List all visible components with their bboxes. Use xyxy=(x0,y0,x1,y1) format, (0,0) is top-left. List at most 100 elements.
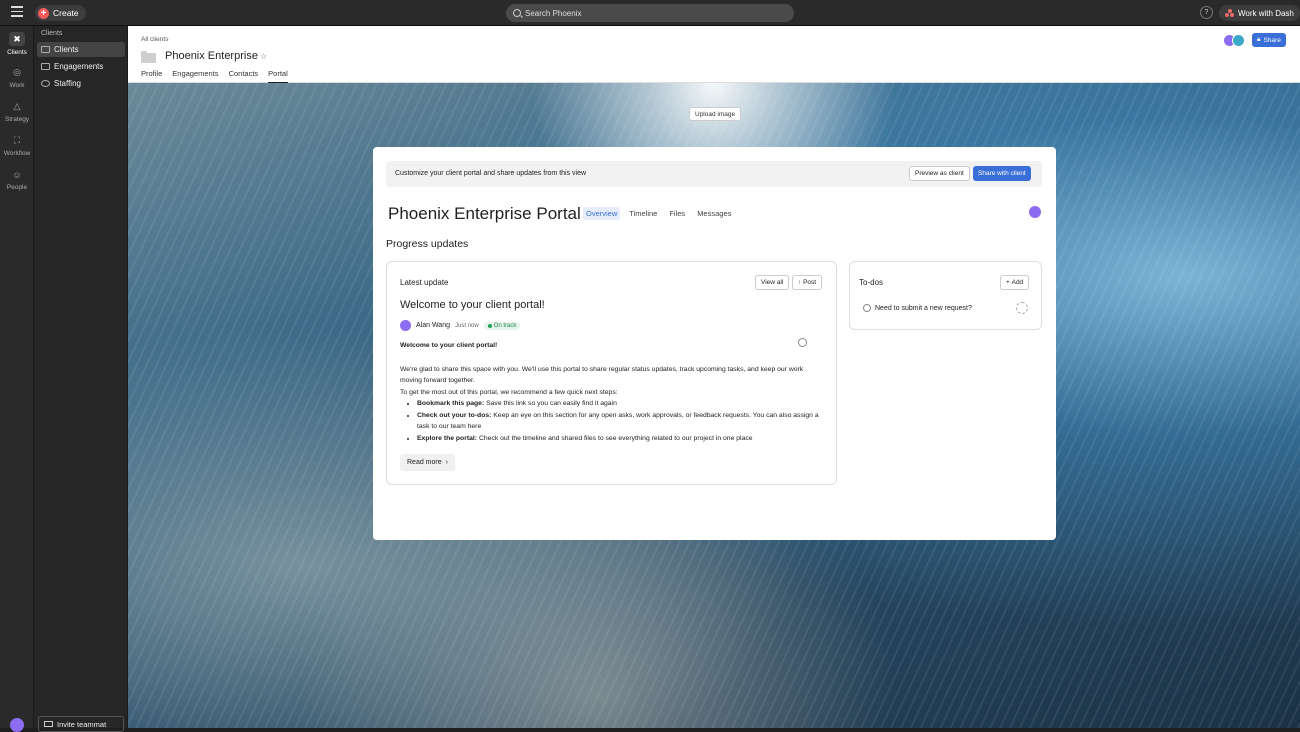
menu-icon[interactable] xyxy=(11,6,23,18)
people-icon: ☺ xyxy=(12,169,22,180)
status-badge: On track xyxy=(483,321,521,330)
sidebar-item-engagements[interactable]: Engagements xyxy=(37,59,125,74)
body-paragraph: To get the most out of this portal, we r… xyxy=(400,388,618,396)
search-icon xyxy=(513,9,521,17)
rail-item-clients[interactable]: ✖ Clients xyxy=(0,32,34,56)
rail-item-work[interactable]: ◎ Work xyxy=(0,66,34,89)
read-more-button[interactable]: Read more › xyxy=(400,454,455,471)
preview-as-client-button[interactable]: Preview as client xyxy=(909,166,970,181)
list-item[interactable]: Need to submit a new request? xyxy=(863,304,972,312)
rail-item-strategy[interactable]: △ Strategy xyxy=(0,100,34,123)
rail-label: Workflow xyxy=(3,150,31,157)
rail-label: Work xyxy=(9,82,25,89)
list-item: Check out your to-dos: Keep an eye on th… xyxy=(417,410,825,433)
create-button[interactable]: + Create xyxy=(35,5,86,21)
tab-timeline[interactable]: Timeline xyxy=(626,207,660,220)
rail-item-people[interactable]: ☺ People xyxy=(0,168,34,192)
tab-portal[interactable]: Portal xyxy=(268,69,288,83)
rail-item-workflow[interactable]: ⛶ Workflow xyxy=(0,134,34,157)
check-icon: ◎ xyxy=(13,67,21,77)
clients-icon: ✖ xyxy=(9,32,25,46)
avatar xyxy=(1232,34,1245,47)
todo-label: Need to submit a new request? xyxy=(875,304,972,312)
list-item: Explore the portal: Check out the timeli… xyxy=(417,433,825,445)
work-with-dash-button[interactable]: Work with Dash xyxy=(1219,5,1300,21)
latest-update-card: Latest update View all ↑ Post Welcome to… xyxy=(386,261,837,485)
avatar[interactable] xyxy=(1029,206,1041,218)
todos-card: To-dos + Add Need to submit a new reques… xyxy=(849,261,1042,330)
folder-icon xyxy=(141,51,156,63)
tab-contacts[interactable]: Contacts xyxy=(229,69,259,83)
sidebar-item-label: Staffing xyxy=(54,79,81,88)
sidebar-heading: Clients xyxy=(41,30,63,37)
rail-label: Clients xyxy=(7,49,27,56)
assignee-icon[interactable] xyxy=(1016,302,1028,314)
sidebar-item-label: Engagements xyxy=(54,62,104,71)
share-button[interactable]: 🔒︎ Share xyxy=(1252,33,1286,47)
sidebar-item-staffing[interactable]: Staffing xyxy=(37,76,125,91)
timestamp: Just now xyxy=(454,322,479,329)
banner-text: Customize your client portal and share u… xyxy=(395,170,587,177)
update-headline: Welcome to your client portal! xyxy=(400,299,545,311)
workflow-icon: ⛶ xyxy=(13,135,21,145)
user-avatar[interactable] xyxy=(10,718,24,732)
header-tabs: Profile Engagements Contacts Portal xyxy=(141,69,288,83)
create-label: Create xyxy=(53,8,79,18)
dash-label: Work with Dash xyxy=(1238,8,1294,18)
invite-label: Invite teammat xyxy=(57,719,107,729)
help-button[interactable]: ? xyxy=(1200,6,1213,19)
member-avatars[interactable] xyxy=(1223,34,1245,47)
body-intro: Welcome to your client portal! xyxy=(400,342,498,349)
add-todo-button[interactable]: + Add xyxy=(1000,275,1030,290)
search-input[interactable]: Search Phoenix xyxy=(506,4,794,22)
mail-icon xyxy=(44,721,53,727)
portal-card: Customize your client portal and share u… xyxy=(373,147,1056,540)
todos-heading: To-dos xyxy=(859,278,884,287)
nav-rail: ✖ Clients ◎ Work △ Strategy ⛶ Workflow ☺… xyxy=(0,26,34,732)
tab-overview[interactable]: Overview xyxy=(583,207,621,220)
next-steps-list: Bookmark this page: Save this link so yo… xyxy=(417,398,825,444)
rail-label: Strategy xyxy=(4,116,30,123)
check-circle-icon[interactable] xyxy=(863,304,871,312)
portal-title: Phoenix Enterprise Portal xyxy=(388,204,581,223)
folder-icon xyxy=(41,63,50,70)
post-label: Post xyxy=(803,279,817,286)
add-label: Add xyxy=(1011,279,1024,286)
sidebar: Clients Clients Engagements Staffing Inv… xyxy=(34,26,128,732)
plus-icon: + xyxy=(38,7,49,19)
triangle-icon: △ xyxy=(13,101,21,111)
body-paragraph: We're glad to share this space with you.… xyxy=(400,365,804,385)
view-all-button[interactable]: View all xyxy=(755,275,790,290)
invite-teammate-button[interactable]: Invite teammat xyxy=(38,716,124,732)
chevron-right-icon: › xyxy=(445,459,448,466)
sidebar-item-label: Clients xyxy=(54,45,79,54)
rail-label: People xyxy=(6,184,28,191)
page-header: All clients Phoenix Enterprise ☆ Profile… xyxy=(128,26,1300,83)
portal-tabs: Overview Timeline Files Messages xyxy=(583,207,734,220)
upload-image-button[interactable]: Upload image xyxy=(689,107,742,121)
author-row: Alan Wang Just now On track xyxy=(400,320,521,331)
breadcrumb[interactable]: All clients xyxy=(141,36,168,43)
sidebar-item-clients[interactable]: Clients xyxy=(37,42,125,57)
lock-icon: 🔒︎ xyxy=(1257,36,1261,43)
page-title: Phoenix Enterprise xyxy=(165,50,258,62)
card-heading: Latest update xyxy=(400,278,449,287)
star-icon[interactable]: ☆ xyxy=(260,52,267,61)
tab-profile[interactable]: Profile xyxy=(141,69,162,83)
section-title: Progress updates xyxy=(386,238,469,250)
tab-engagements[interactable]: Engagements xyxy=(172,69,218,83)
author-name: Alan Wang xyxy=(416,322,450,329)
avatar xyxy=(400,320,411,331)
staffing-icon xyxy=(41,80,50,87)
status-label: On track xyxy=(493,322,517,329)
tab-messages[interactable]: Messages xyxy=(694,207,734,220)
post-button[interactable]: ↑ Post xyxy=(792,275,823,290)
customize-banner: Customize your client portal and share u… xyxy=(386,161,1042,187)
clients-folder-icon xyxy=(41,46,50,53)
share-label: Share xyxy=(1263,36,1281,44)
update-body: Welcome to your client portal! We're gla… xyxy=(400,340,825,444)
search-placeholder: Search Phoenix xyxy=(525,8,582,18)
tab-files[interactable]: Files xyxy=(666,207,688,220)
top-bar: + Create Search Phoenix ? Work with Dash xyxy=(0,0,1300,26)
share-with-client-button[interactable]: Share with client xyxy=(973,166,1031,181)
